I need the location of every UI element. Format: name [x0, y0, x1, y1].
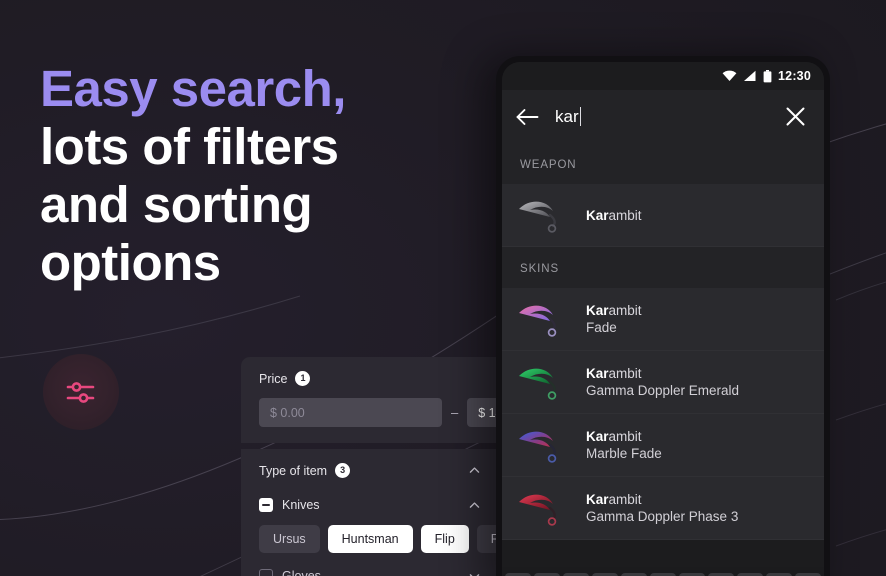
back-arrow-icon[interactable] [516, 108, 539, 126]
price-range-row: – [259, 398, 499, 427]
price-max-input[interactable] [467, 398, 499, 427]
list-item-subtitle: Fade [586, 320, 617, 335]
chip-ursus[interactable]: Ursus [259, 525, 320, 553]
type-of-item-section: Type of item 3 Knives Ursus Huntsman Fli… [241, 449, 499, 576]
knives-group-header[interactable]: Knives [259, 498, 481, 512]
knives-label: Knives [282, 498, 320, 512]
section-header-weapon: WEAPON [502, 143, 824, 184]
chip-flip[interactable]: Flip [420, 525, 469, 553]
rest-text: ambit [608, 429, 642, 444]
match-text: Kar [586, 207, 609, 223]
headline-line-2: lots of filters [40, 118, 339, 175]
rest-text: ambit [608, 207, 642, 223]
list-item[interactable]: Karambit Marble Fade [502, 414, 824, 477]
rest-text: ambit [608, 366, 642, 381]
match-text: Kar [586, 303, 609, 318]
sliders-icon [66, 382, 95, 403]
status-bar: 12:30 [502, 62, 824, 90]
text-caret [579, 106, 582, 126]
chevron-up-icon [469, 501, 480, 508]
type-of-item-label: Type of item [259, 463, 328, 478]
list-item-subtitle: Gamma Doppler Emerald [586, 383, 740, 398]
knife-type-chips: Ursus Huntsman Flip Falchion [259, 525, 499, 553]
list-item-title: Karambit [586, 303, 642, 318]
knife-karambit-fade-icon [519, 305, 557, 337]
search-bar: kar [502, 90, 824, 143]
section-header-skins: SKINS [502, 247, 824, 288]
phone-screen: 12:30 kar WEAPON Karambit SKINS Karambit… [502, 62, 824, 576]
status-bar-time: 12:30 [778, 69, 811, 83]
match-text: Kar [586, 429, 609, 444]
chevron-up-icon [469, 467, 480, 473]
price-filter-section: Price 1 – [241, 357, 499, 443]
list-item-title: Karambit [586, 429, 662, 444]
list-item-title: Karambit [586, 492, 738, 507]
phone-mockup: 12:30 kar WEAPON Karambit SKINS Karambit… [496, 56, 830, 576]
list-item-labels: Karambit Gamma Doppler Phase 3 [586, 492, 738, 524]
onscreen-keyboard: 1 2 3 4 5 6 7 8 9 0 № [502, 567, 824, 576]
chip-huntsman[interactable]: Huntsman [327, 525, 413, 553]
rest-text: ambit [608, 492, 642, 507]
list-item-labels: Karambit Gamma Doppler Emerald [586, 366, 739, 398]
list-item[interactable]: Karambit [502, 184, 824, 247]
price-range-dash: – [451, 405, 459, 420]
list-item-subtitle: Gamma Doppler Phase 3 [586, 509, 739, 524]
list-item-title: Karambit [586, 366, 739, 381]
price-label: Price [259, 371, 288, 386]
filter-panel: Price 1 – Type of item 3 Knives [241, 357, 499, 576]
price-badge: 1 [295, 371, 311, 386]
knife-karambit-emerald-icon [519, 368, 557, 400]
list-item-labels: Karambit Marble Fade [586, 429, 662, 461]
list-item-title: Karambit [586, 208, 642, 223]
price-filter-header: Price 1 [259, 371, 481, 386]
close-icon[interactable] [785, 106, 806, 127]
chevron-down-icon [469, 573, 480, 576]
knife-karambit-phase3-icon [519, 494, 557, 526]
headline-line-4: options [40, 234, 221, 291]
gloves-checkbox[interactable] [259, 569, 273, 576]
page-title: Easy search, lots of filters and sorting… [40, 60, 470, 292]
knife-karambit-vanilla-icon [519, 201, 557, 233]
gloves-label: Gloves [282, 569, 321, 576]
type-of-item-badge: 3 [335, 463, 351, 478]
signal-icon [744, 70, 756, 81]
list-item[interactable]: Karambit Gamma Doppler Phase 3 [502, 477, 824, 540]
match-text: Kar [586, 492, 609, 507]
search-query-text: kar [555, 106, 579, 126]
list-item[interactable]: Karambit Gamma Doppler Emerald [502, 351, 824, 414]
wifi-icon [722, 70, 737, 81]
type-of-item-header[interactable]: Type of item 3 [259, 463, 481, 478]
list-item-subtitle: Marble Fade [586, 446, 662, 461]
gloves-group-header[interactable]: Gloves [259, 569, 481, 576]
list-item-labels: Karambit [586, 208, 642, 223]
price-min-input[interactable] [259, 398, 442, 427]
filter-badge [43, 354, 119, 430]
promo-screenshot: Easy search, lots of filters and sorting… [0, 0, 886, 576]
knife-karambit-marble-fade-icon [519, 431, 557, 463]
list-item-labels: Karambit Fade [586, 303, 642, 335]
search-input[interactable]: kar [555, 106, 769, 127]
rest-text: ambit [608, 303, 642, 318]
headline-line-3: and sorting [40, 176, 313, 233]
list-item[interactable]: Karambit Fade [502, 288, 824, 351]
battery-icon [763, 69, 772, 82]
headline-line-1: Easy search, [40, 60, 346, 117]
knives-checkbox[interactable] [259, 498, 273, 512]
match-text: Kar [586, 366, 609, 381]
